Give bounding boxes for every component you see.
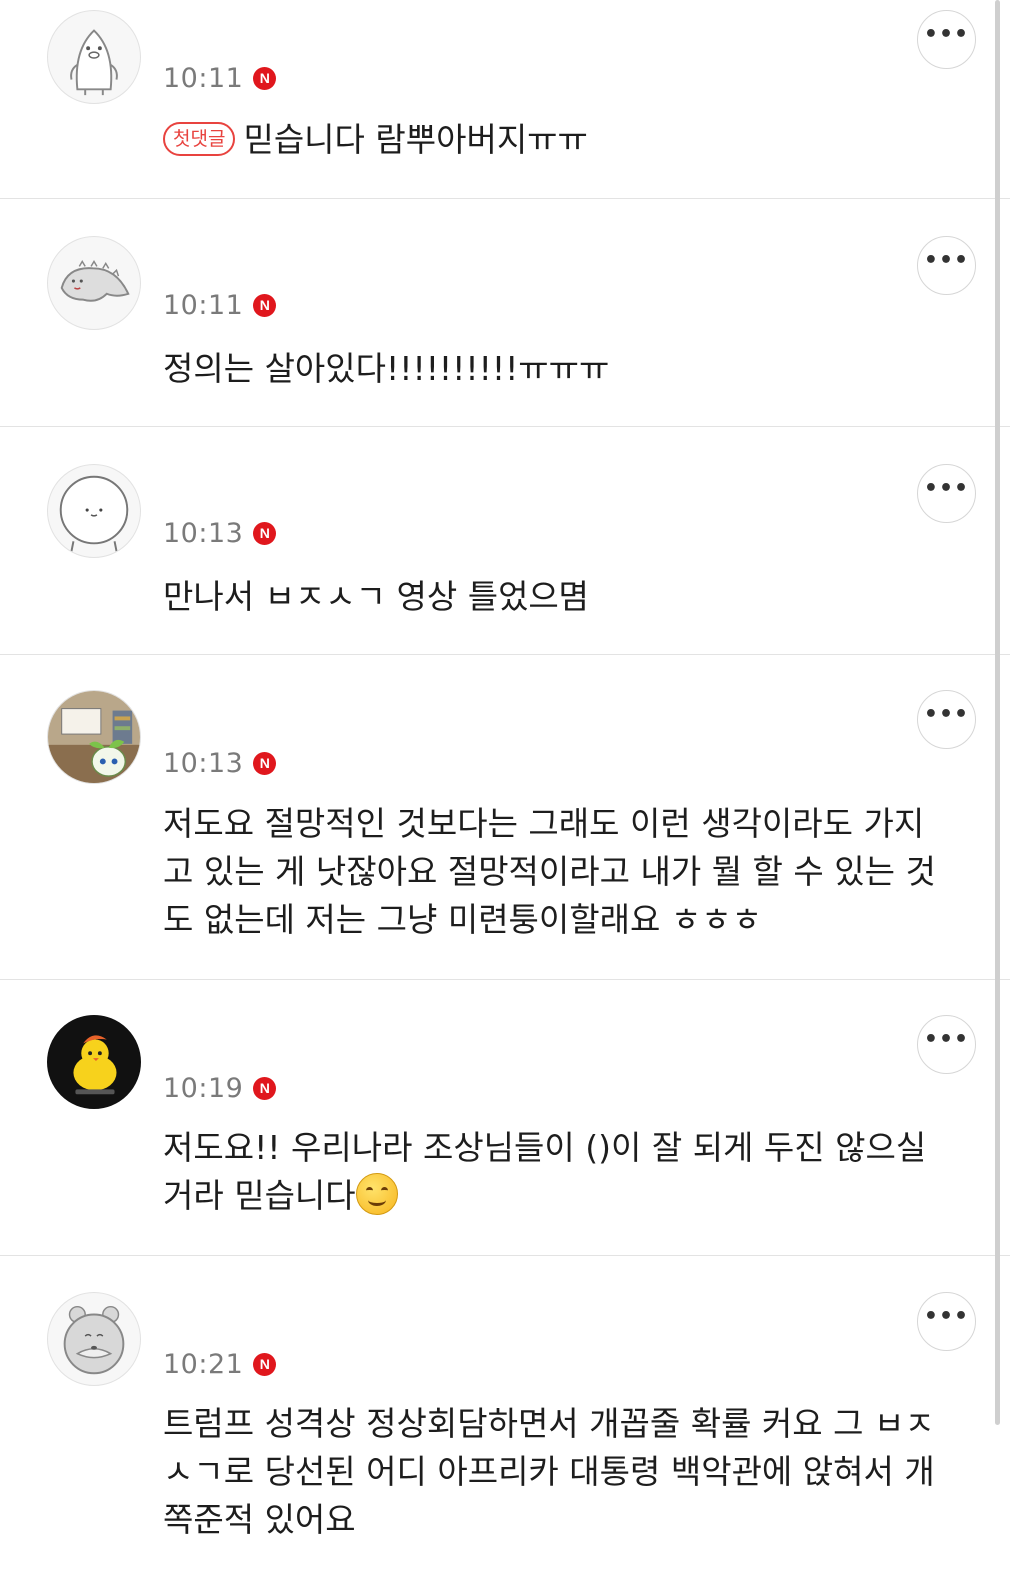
new-badge: N bbox=[253, 66, 277, 90]
comment-meta: 10:19 N bbox=[163, 1070, 277, 1106]
new-badge: N bbox=[253, 1076, 277, 1100]
smiling-face-emoji-icon bbox=[355, 1172, 398, 1215]
comment-time: 10:11 bbox=[163, 62, 244, 94]
comment-text: 저도요!! 우리나라 조상님들이 ()이 잘 되게 두진 않으실거라 믿습니다 bbox=[163, 1128, 927, 1215]
comment-time: 10:19 bbox=[163, 1072, 244, 1104]
comment-text: 정의는 살아있다!!!!!!!!!!ㅠㅠㅠ bbox=[163, 349, 610, 388]
bear-avatar[interactable] bbox=[47, 1292, 141, 1386]
more-options-button[interactable]: ••• bbox=[917, 464, 976, 523]
more-dots-icon: ••• bbox=[923, 1303, 970, 1329]
comment-item: 10:13 N ••• 만나서 ㅂㅈㅅㄱ 영상 틀었으몀 bbox=[0, 427, 1010, 655]
chick-avatar[interactable] bbox=[47, 1015, 141, 1109]
comment-item: 10:11 N ••• 정의는 살아있다!!!!!!!!!!ㅠㅠㅠ bbox=[0, 199, 1010, 427]
comment-meta: 10:11 N bbox=[163, 60, 277, 96]
new-badge: N bbox=[253, 751, 277, 775]
comment-text-wrap: 저도요!! 우리나라 조상님들이 ()이 잘 되게 두진 않으실거라 믿습니다 bbox=[163, 1124, 953, 1220]
more-options-button[interactable]: ••• bbox=[917, 1292, 976, 1351]
comment-item: 10:11 N ••• 첫댓글 믿습니다 람뿌아버지ㅠㅠ bbox=[0, 0, 1010, 199]
more-options-button[interactable]: ••• bbox=[917, 236, 976, 295]
sprout-character-avatar[interactable] bbox=[47, 690, 141, 784]
more-dots-icon: ••• bbox=[923, 247, 970, 273]
more-dots-icon: ••• bbox=[923, 21, 970, 47]
comment-item: 10:13 N ••• 저도요 절망적인 것보다는 그래도 이런 생각이라도 가… bbox=[0, 655, 1010, 980]
comment-text: 트럼프 성격상 정상회담하면서 개꼽줄 확률 커요 그 ㅂㅈㅅㄱ로 당선된 어디… bbox=[163, 1404, 935, 1539]
comment-time: 10:21 bbox=[163, 1348, 244, 1380]
more-dots-icon: ••• bbox=[923, 701, 970, 727]
more-options-button[interactable]: ••• bbox=[917, 10, 976, 69]
comment-time: 10:13 bbox=[163, 517, 244, 549]
new-badge: N bbox=[253, 293, 277, 317]
comment-meta: 10:13 N bbox=[163, 515, 277, 551]
new-badge: N bbox=[253, 521, 277, 545]
more-dots-icon: ••• bbox=[923, 1026, 970, 1052]
more-options-button[interactable]: ••• bbox=[917, 690, 976, 749]
comment-time: 10:11 bbox=[163, 289, 244, 321]
round-face-avatar[interactable] bbox=[47, 464, 141, 558]
penguin-avatar[interactable] bbox=[47, 10, 141, 104]
more-dots-icon: ••• bbox=[923, 475, 970, 501]
comment-meta: 10:11 N bbox=[163, 287, 277, 323]
comment-item: 10:19 N ••• 저도요!! 우리나라 조상님들이 ()이 잘 되게 두진… bbox=[0, 980, 1010, 1256]
more-options-button[interactable]: ••• bbox=[917, 1015, 976, 1074]
comment-meta: 10:21 N bbox=[163, 1346, 277, 1382]
comment-item: 10:21 N ••• 트럼프 성격상 정상회담하면서 개꼽줄 확률 커요 그 … bbox=[0, 1256, 1010, 1591]
comment-time: 10:13 bbox=[163, 747, 244, 779]
comment-text: 만나서 ㅂㅈㅅㄱ 영상 틀었으몀 bbox=[163, 577, 590, 616]
new-badge: N bbox=[253, 1352, 277, 1376]
scrollbar[interactable] bbox=[995, 0, 1000, 1425]
lizard-avatar[interactable] bbox=[47, 236, 141, 330]
comment-text-wrap: 첫댓글 믿습니다 람뿌아버지ㅠㅠ bbox=[163, 116, 963, 164]
comment-meta: 10:13 N bbox=[163, 745, 277, 781]
first-comment-badge: 첫댓글 bbox=[163, 121, 236, 156]
comment-text: 저도요 절망적인 것보다는 그래도 이런 생각이라도 가지고 있는 게 낫잖아요… bbox=[163, 804, 936, 939]
comment-text: 믿습니다 람뿌아버지ㅠㅠ bbox=[243, 120, 588, 159]
